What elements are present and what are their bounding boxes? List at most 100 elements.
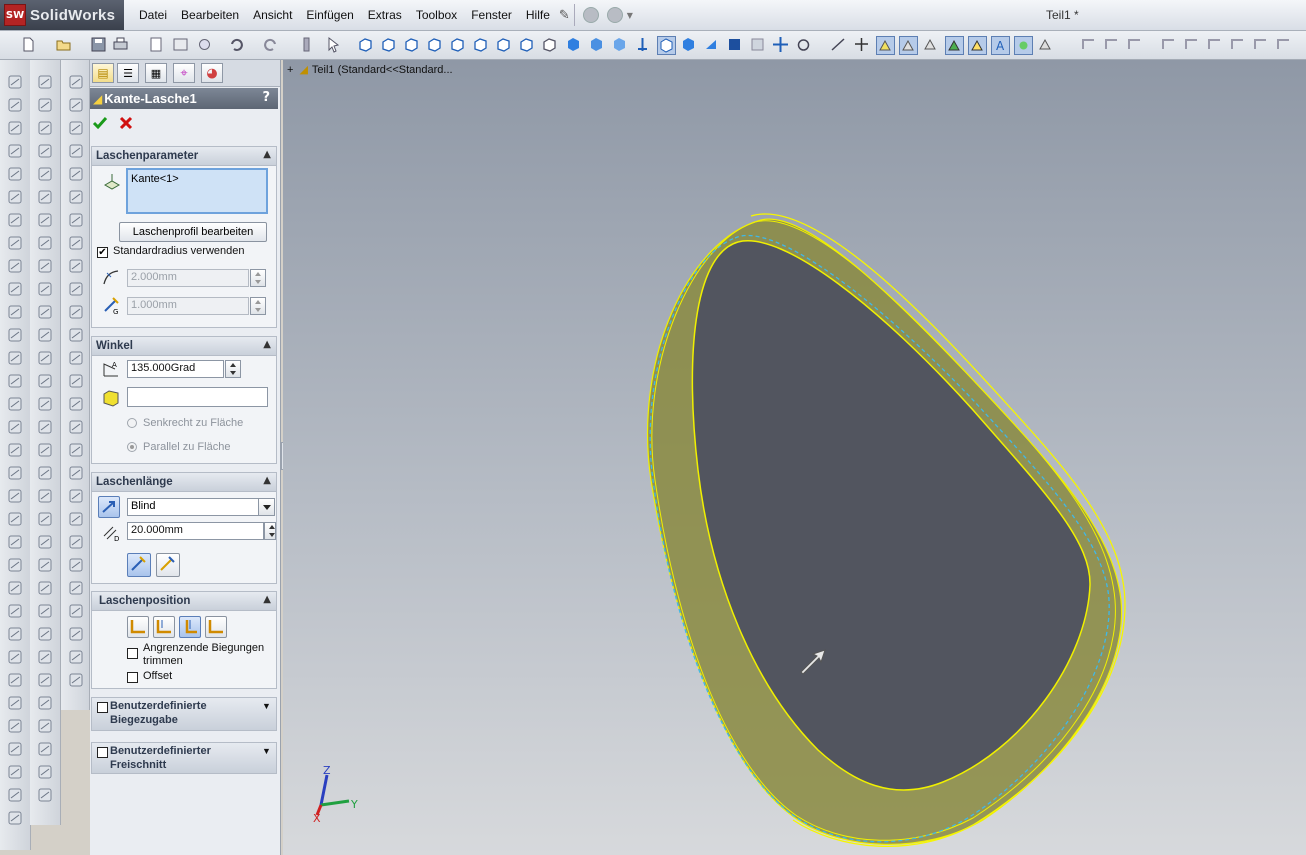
ltb1-tool-icon[interactable] [7, 626, 23, 642]
ltb3-tool-icon[interactable] [68, 580, 84, 596]
ltb3-tool-icon[interactable] [68, 166, 84, 182]
menu-extras[interactable]: Extras [361, 8, 409, 22]
cancel-button[interactable] [118, 115, 134, 131]
tab-feature-manager[interactable]: ▤ [92, 63, 114, 83]
ltb2-tool-icon[interactable] [37, 672, 53, 688]
ltb3-tool-icon[interactable] [68, 465, 84, 481]
ltb1-tool-icon[interactable] [7, 534, 23, 550]
sheet-metal-flatten-icon[interactable] [1275, 36, 1292, 53]
relations-icon[interactable] [876, 36, 895, 55]
menu-bearbeiten[interactable]: Bearbeiten [174, 8, 246, 22]
selected-edge-item[interactable]: Kante<1> [131, 173, 179, 185]
position-material-inside-button[interactable] [127, 616, 149, 638]
select-icon[interactable] [325, 36, 342, 53]
ltb2-tool-icon[interactable] [37, 488, 53, 504]
ltb2-tool-icon[interactable] [37, 580, 53, 596]
ltb1-tool-icon[interactable] [7, 580, 23, 596]
ltb3-tool-icon[interactable] [68, 235, 84, 251]
ltb3-tool-icon[interactable] [68, 511, 84, 527]
gap-distance-spinner[interactable] [250, 297, 266, 315]
view-right-icon[interactable] [426, 36, 443, 53]
ltb1-tool-icon[interactable] [7, 603, 23, 619]
inner-virtual-sharp-button[interactable] [156, 553, 180, 577]
ltb1-tool-icon[interactable] [7, 718, 23, 734]
section-view-icon[interactable] [680, 36, 697, 53]
gap-distance-input[interactable]: 1.000mm [127, 297, 249, 315]
ltb1-tool-icon[interactable] [7, 97, 23, 113]
group-custom-relief[interactable]: Benutzerdefinierter Freischnitt ▼ [91, 742, 277, 774]
menu-toolbox[interactable]: Toolbox [409, 8, 464, 22]
ltb2-tool-icon[interactable] [37, 741, 53, 757]
view-dimetric-icon[interactable] [541, 36, 558, 53]
origins-icon[interactable] [968, 36, 987, 55]
ltb1-tool-icon[interactable] [7, 281, 23, 297]
ltb1-tool-icon[interactable] [7, 120, 23, 136]
group-header-winkel[interactable]: Winkel ▲ [92, 337, 276, 356]
ltb1-tool-icon[interactable] [7, 327, 23, 343]
sheet-metal-base-flange-icon[interactable] [1080, 36, 1097, 53]
view-isometric-icon[interactable] [495, 36, 512, 53]
ltb1-tool-icon[interactable] [7, 695, 23, 711]
tab-property-manager[interactable]: ☰ [117, 63, 139, 83]
options-icon[interactable] [196, 36, 213, 53]
view-trimetric-icon[interactable] [518, 36, 535, 53]
view-orientation-icon[interactable] [703, 36, 720, 53]
collapse-chevron-icon[interactable]: ▲ [263, 149, 271, 160]
ltb2-tool-icon[interactable] [37, 373, 53, 389]
ltb3-tool-icon[interactable] [68, 373, 84, 389]
ltb2-tool-icon[interactable] [37, 143, 53, 159]
sheet-metal-fold-icon[interactable] [1252, 36, 1269, 53]
ltb2-tool-icon[interactable] [37, 442, 53, 458]
lights-icon[interactable] [1014, 36, 1033, 55]
planes-icon[interactable] [899, 36, 918, 55]
ltb3-tool-icon[interactable] [68, 327, 84, 343]
expand-chevron-icon[interactable]: ▼ [262, 746, 271, 756]
ltb2-tool-icon[interactable] [37, 787, 53, 803]
position-material-outside-button[interactable] [153, 616, 175, 638]
shaded-edges-icon[interactable] [588, 36, 605, 53]
ltb1-tool-icon[interactable] [7, 350, 23, 366]
group-header-laschenparameter[interactable]: Laschenparameter ▲ [92, 147, 276, 166]
model-view[interactable]: Z Y X [283, 60, 1306, 855]
edge-selection-box[interactable]: Kante<1> [126, 168, 268, 214]
ltb3-tool-icon[interactable] [68, 120, 84, 136]
sheet-metal-hem-icon[interactable] [1126, 36, 1143, 53]
rotate-view-icon[interactable] [795, 36, 812, 53]
ltb3-tool-icon[interactable] [68, 442, 84, 458]
menu-ansicht[interactable]: Ansicht [246, 8, 299, 22]
ltb3-tool-icon[interactable] [68, 672, 84, 688]
sketch-icon[interactable] [830, 36, 847, 53]
ltb2-tool-icon[interactable] [37, 649, 53, 665]
chevron-down-icon[interactable] [258, 499, 274, 515]
tab-display-manager[interactable]: ◕ [201, 63, 223, 83]
users-icon[interactable] [606, 7, 623, 23]
ltb1-tool-icon[interactable] [7, 166, 23, 182]
ltb2-tool-icon[interactable] [37, 626, 53, 642]
ltb2-tool-icon[interactable] [37, 764, 53, 780]
ltb2-tool-icon[interactable] [37, 350, 53, 366]
graphics-area[interactable]: + ◢ Teil1 (Standard<<Standard... Z Y X [283, 60, 1306, 855]
redo-icon[interactable] [262, 36, 279, 53]
display-style-icon[interactable] [657, 36, 676, 55]
end-condition-select[interactable]: Blind [127, 498, 275, 516]
ltb1-tool-icon[interactable] [7, 258, 23, 274]
zoom-to-fit-icon[interactable] [298, 36, 315, 53]
perpendicular-to-face-radio[interactable] [127, 418, 137, 428]
ltb3-tool-icon[interactable] [68, 304, 84, 320]
parallel-to-face-radio[interactable] [127, 442, 137, 452]
ltb2-tool-icon[interactable] [37, 511, 53, 527]
tab-dimxpert-manager[interactable]: ⌖ [173, 63, 195, 83]
ltb3-tool-icon[interactable] [68, 603, 84, 619]
outer-virtual-sharp-button[interactable] [127, 553, 151, 577]
ltb1-tool-icon[interactable] [7, 189, 23, 205]
ltb1-tool-icon[interactable] [7, 442, 23, 458]
ltb2-tool-icon[interactable] [37, 718, 53, 734]
ltb3-tool-icon[interactable] [68, 212, 84, 228]
group-custom-bend-allowance[interactable]: Benutzerdefinierte Biegezugabe ▼ [91, 697, 277, 731]
ltb2-tool-icon[interactable] [37, 212, 53, 228]
view-left-icon[interactable] [403, 36, 420, 53]
ltb3-tool-icon[interactable] [68, 557, 84, 573]
group-header-laschenlaenge[interactable]: Laschenlänge ▲ [92, 473, 276, 492]
collapse-chevron-icon[interactable]: ▲ [263, 475, 271, 486]
ltb2-tool-icon[interactable] [37, 557, 53, 573]
